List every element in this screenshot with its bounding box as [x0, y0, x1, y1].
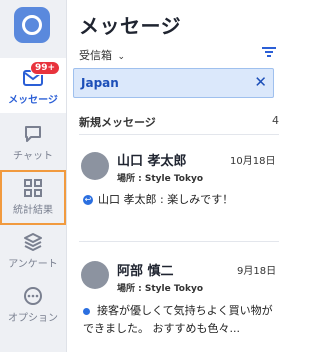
sidebar-item-label: チャット [13, 151, 53, 162]
reply-icon: ↩ [83, 195, 93, 205]
avatar [81, 261, 109, 289]
sender-name: 阿部 慎二 [117, 264, 174, 279]
app-logo[interactable] [14, 7, 50, 43]
message-preview: 山口 孝太郎 : 楽しみです！ [98, 193, 234, 206]
sidebar: 99+ メッセージ チャット 統計結果 アンケート オプション [0, 0, 67, 352]
sidebar-item-chat[interactable]: チャット [0, 118, 66, 173]
grid-icon [24, 179, 42, 197]
message-preview: 接客が優しくて気持ちよく買い物ができました。 おすすめも色々... [83, 304, 273, 335]
sidebar-item-options[interactable]: オプション [0, 284, 66, 339]
sender-name: 山口 孝太郎 [117, 154, 187, 169]
message-panel: メッセージ 受信箱 ⌄ Japan ✕ 新規メッセージ 4 山口 孝太郎 10月… [67, 0, 291, 352]
message-date: 10月18日 [230, 156, 276, 167]
list-item[interactable]: 山口 孝太郎 10月18日 場所 : Style Tokyo ↩ 山口 孝太郎 :… [67, 140, 291, 230]
section-title: 新規メッセージ [79, 116, 156, 129]
folder-label: 受信箱 [79, 49, 112, 62]
message-preview-row: ↩ 山口 孝太郎 : 楽しみです！ [83, 191, 283, 209]
unread-badge: 99+ [30, 61, 61, 75]
sidebar-item-label: オプション [8, 313, 58, 324]
section-count: 4 [272, 114, 279, 127]
sidebar-item-label: メッセージ [8, 95, 58, 106]
unread-dot-icon [83, 307, 90, 315]
chat-icon [25, 126, 41, 142]
page-title: メッセージ [79, 14, 182, 38]
search-filter-field[interactable]: Japan ✕ [73, 68, 274, 98]
more-icon [24, 287, 42, 305]
chevron-down-icon: ⌄ [117, 52, 126, 62]
close-icon[interactable]: ✕ [254, 73, 267, 91]
filter-icon[interactable] [262, 46, 276, 58]
message-place: 場所 : Style Tokyo [117, 284, 204, 294]
avatar [81, 152, 109, 180]
message-date: 9月18日 [237, 266, 277, 277]
sidebar-item-label: 統計結果 [13, 205, 53, 216]
sidebar-item-messages[interactable]: 99+ メッセージ [0, 58, 66, 113]
message-preview-row: 接客が優しくて気持ちよく買い物ができました。 おすすめも色々... [83, 302, 283, 338]
search-input[interactable]: Japan [81, 76, 119, 90]
message-place: 場所 : Style Tokyo [117, 174, 204, 184]
divider [79, 134, 279, 135]
divider [79, 241, 279, 242]
sidebar-item-label: アンケート [8, 259, 58, 270]
sidebar-item-survey[interactable]: アンケート [0, 228, 66, 283]
folder-dropdown[interactable]: 受信箱 ⌄ [79, 47, 125, 63]
layers-icon [24, 233, 42, 251]
list-item[interactable]: 阿部 慎二 9月18日 場所 : Style Tokyo 接客が優しくて気持ちよ… [67, 252, 291, 352]
sidebar-item-statistics[interactable]: 統計結果 [0, 170, 66, 225]
